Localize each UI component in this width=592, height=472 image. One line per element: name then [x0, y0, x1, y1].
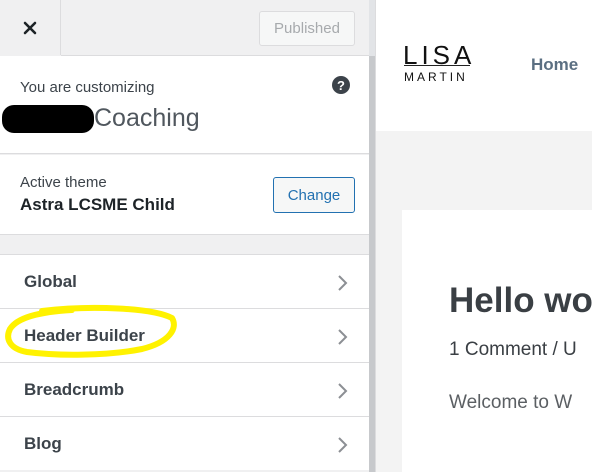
post-meta: 1 Comment / U: [449, 339, 577, 360]
menu-item-label: Blog: [24, 434, 62, 453]
chevron-right-icon: [338, 329, 348, 345]
menu-item-breadcrumb[interactable]: Breadcrumb: [0, 362, 369, 416]
redacted-site-name: [2, 105, 94, 133]
menu-item-label: Breadcrumb: [24, 380, 125, 399]
customizing-label: You are customizing: [20, 79, 155, 96]
chevron-right-icon: [338, 383, 348, 399]
nav-home-link[interactable]: Home: [531, 55, 578, 75]
site-name: Coaching: [94, 104, 200, 132]
customizer-menu: Global Header Builder Breadcrumb Blog: [0, 254, 369, 470]
menu-item-header-builder[interactable]: Header Builder: [0, 308, 369, 362]
customizing-info: You are customizing ? Coaching: [0, 56, 369, 154]
close-button[interactable]: [0, 0, 61, 55]
post-title[interactable]: Hello wo: [449, 281, 592, 321]
menu-item-label: Header Builder: [24, 326, 145, 345]
theme-name: Astra LCSME Child: [20, 195, 175, 214]
chevron-right-icon: [338, 437, 348, 453]
site-logo-top[interactable]: LISA: [403, 40, 475, 71]
published-button[interactable]: Published: [259, 11, 355, 46]
menu-item-blog[interactable]: Blog: [0, 416, 369, 470]
active-theme-label: Active theme: [20, 174, 107, 191]
site-logo-rule: [404, 65, 470, 66]
active-theme-section: Active theme Astra LCSME Child Change: [0, 155, 369, 235]
customizer-top-bar: Published: [0, 0, 369, 55]
chevron-right-icon: [338, 275, 348, 291]
customizer-sidebar: Published You are customizing ? Coaching…: [0, 0, 369, 472]
change-theme-button[interactable]: Change: [273, 177, 355, 213]
site-logo-bottom[interactable]: MARTIN: [404, 70, 468, 84]
menu-item-label: Global: [24, 272, 77, 291]
help-icon[interactable]: ?: [332, 76, 350, 94]
post-excerpt: Welcome to W: [449, 392, 573, 413]
menu-item-global[interactable]: Global: [0, 254, 369, 308]
close-icon: [23, 21, 37, 35]
